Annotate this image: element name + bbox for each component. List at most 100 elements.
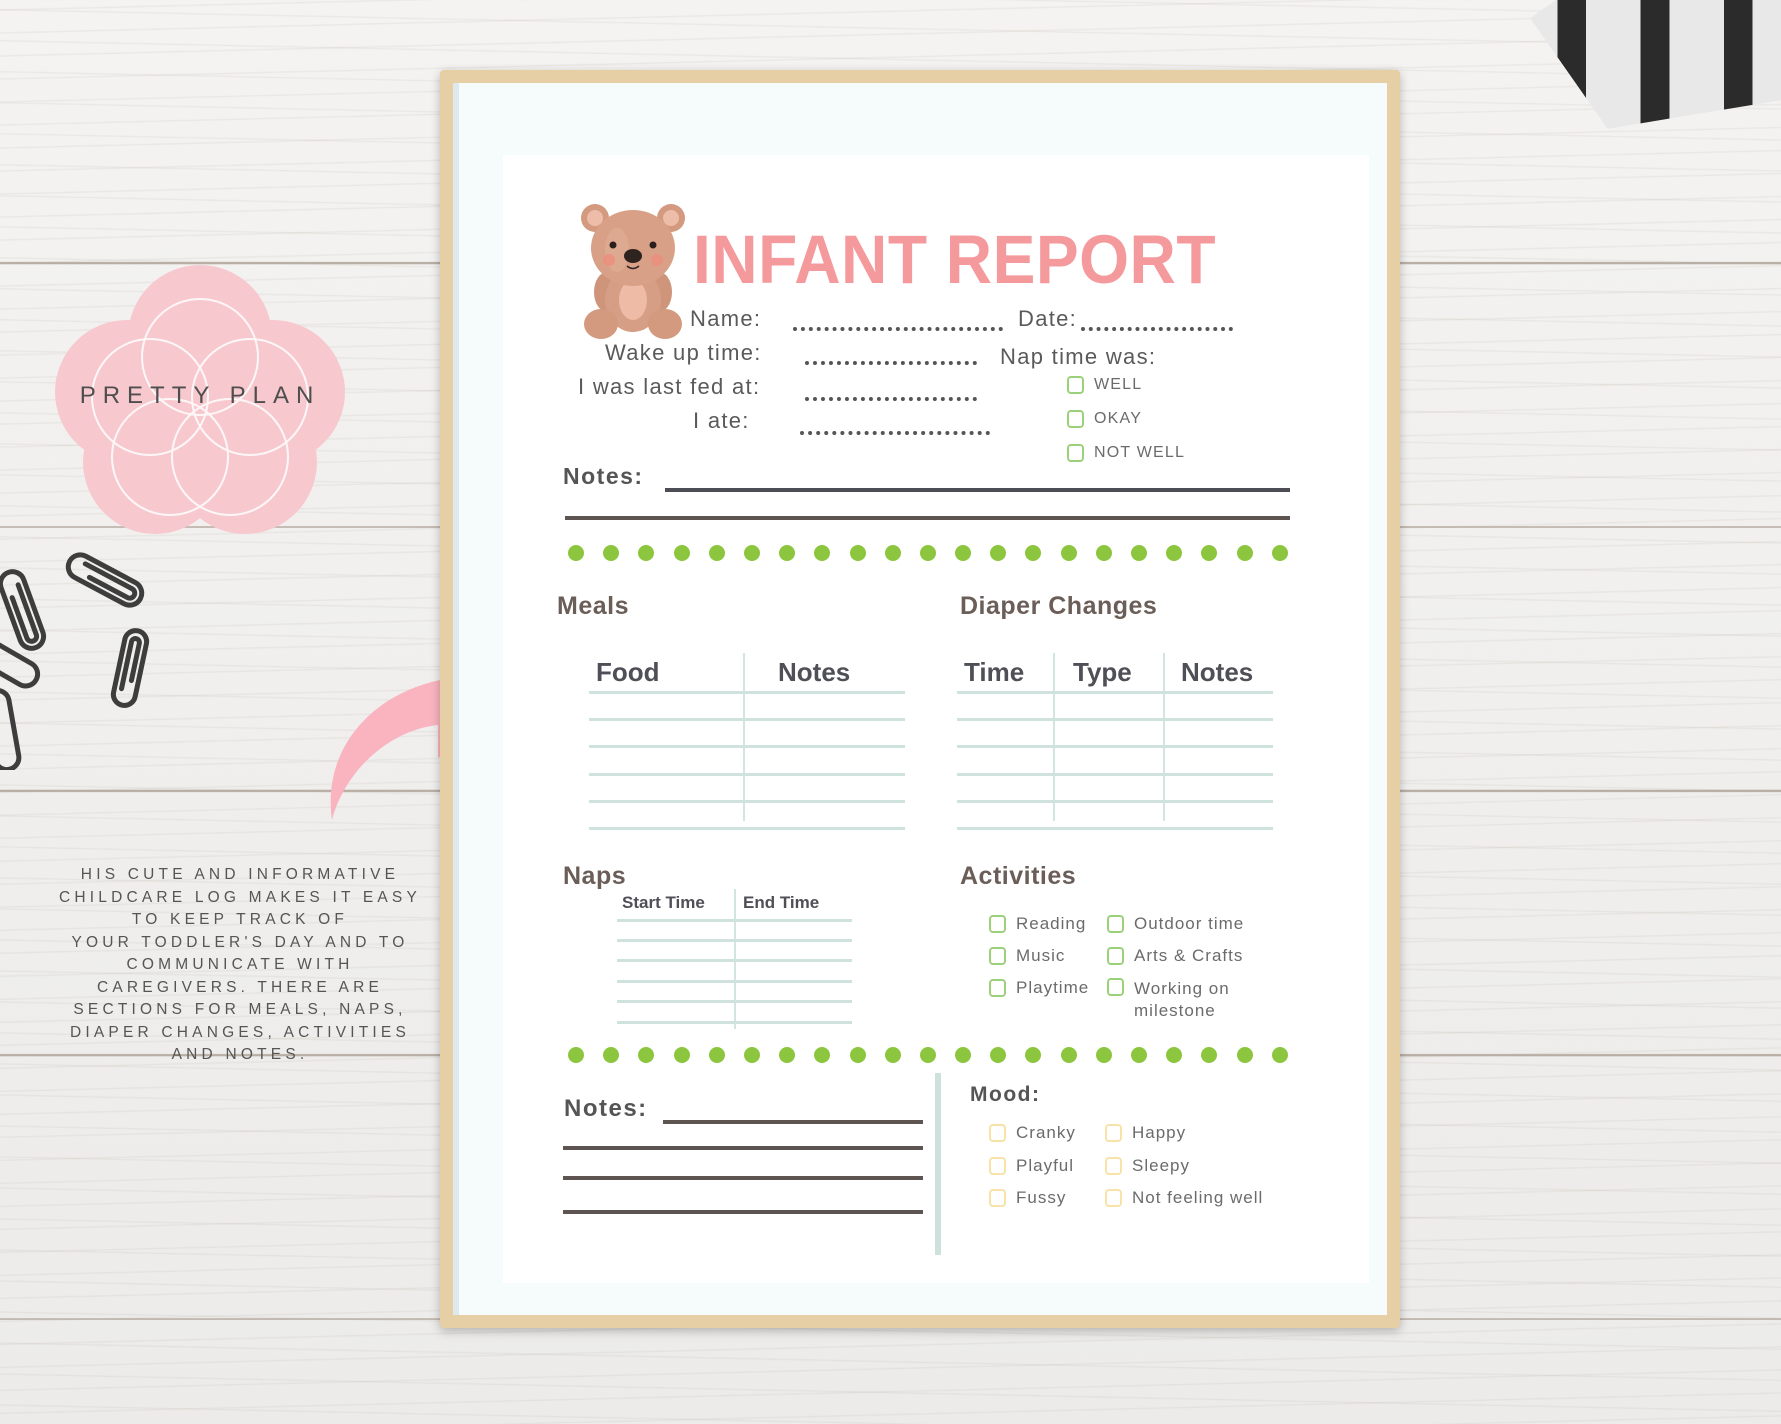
option-label: NOT WELL	[1094, 444, 1186, 461]
option-label: Working on milestone	[1134, 978, 1230, 1022]
dot-divider	[568, 1047, 1288, 1063]
date-input[interactable]	[1081, 327, 1233, 331]
infant-report-sheet: INFANT REPORT Name: Date: Wake up time: …	[503, 155, 1369, 1283]
checkbox[interactable]	[1067, 376, 1084, 394]
checkbox[interactable]	[989, 947, 1006, 965]
notes-line[interactable]	[663, 1120, 923, 1124]
nap-time-label: Nap time was:	[1000, 344, 1157, 369]
checkbox[interactable]	[989, 1124, 1006, 1142]
option-label: Happy	[1132, 1123, 1187, 1142]
last-fed-input[interactable]	[805, 397, 977, 401]
option-label: Sleepy	[1132, 1156, 1190, 1175]
activity-playtime[interactable]: Playtime	[989, 978, 1089, 998]
column-header: Start Time	[622, 893, 705, 912]
column-header: Notes	[778, 657, 851, 687]
vertical-separator	[935, 1073, 941, 1255]
option-label: Fussy	[1016, 1188, 1067, 1207]
striped-decor	[1530, 0, 1781, 231]
column-header: Food	[596, 657, 660, 687]
nap-option-not-well[interactable]: NOT WELL	[1067, 444, 1185, 462]
description-line: CAREGIVERS. THERE ARE	[96, 978, 384, 996]
column-header: Notes	[1181, 657, 1254, 687]
diaper-table: Time Type Notes	[957, 653, 1273, 830]
notes-line[interactable]	[563, 1176, 923, 1180]
teddy-bear-icon	[581, 204, 685, 339]
ate-input[interactable]	[800, 431, 990, 435]
option-label: Cranky	[1016, 1123, 1076, 1142]
mood-cranky[interactable]: Cranky	[989, 1123, 1076, 1143]
checkbox[interactable]	[1105, 1124, 1122, 1142]
column-header: Time	[964, 657, 1025, 687]
checkbox[interactable]	[989, 1189, 1006, 1207]
option-label: Arts & Crafts	[1134, 946, 1244, 965]
activities-title: Activities	[960, 862, 1077, 890]
brand-name: PRETTY PLAN	[79, 382, 321, 409]
description-line: CHILDCARE LOG MAKES IT EASY	[58, 888, 422, 906]
checkbox[interactable]	[1105, 1189, 1122, 1207]
checkbox[interactable]	[989, 979, 1006, 997]
activity-working-on-milestone[interactable]: Working on milestone	[1107, 978, 1230, 1022]
mood-playful[interactable]: Playful	[989, 1156, 1074, 1176]
notes-line[interactable]	[563, 1210, 923, 1214]
paperclip-icon	[0, 552, 150, 770]
checkbox[interactable]	[1067, 444, 1084, 462]
notes-label: Notes:	[563, 463, 644, 489]
name-label: Name:	[690, 306, 762, 331]
description-line: AND NOTES.	[171, 1046, 309, 1063]
mood-title: Mood:	[970, 1083, 1041, 1106]
checkbox[interactable]	[1107, 947, 1124, 965]
nap-option-okay[interactable]: OKAY	[1067, 410, 1142, 428]
wake-up-label: Wake up time:	[605, 340, 762, 365]
activity-music[interactable]: Music	[989, 946, 1065, 966]
checkbox[interactable]	[989, 915, 1006, 933]
description-line: TO KEEP TRACK OF	[131, 911, 349, 928]
option-label: WELL	[1094, 376, 1143, 393]
description-line: HIS CUTE AND INFORMATIVE	[80, 866, 400, 883]
mood-fussy[interactable]: Fussy	[989, 1188, 1066, 1208]
notes-line[interactable]	[565, 516, 1290, 520]
option-label: Playful	[1016, 1156, 1075, 1175]
option-label-line: milestone	[1134, 1001, 1216, 1020]
nap-option-well[interactable]: WELL	[1067, 376, 1142, 394]
brand-logo: PRETTY PLAN	[55, 262, 345, 537]
ate-label: I ate:	[693, 408, 750, 433]
meals-title: Meals	[557, 592, 629, 620]
option-label: Not feeling well	[1132, 1188, 1264, 1207]
description-line: COMMUNICATE WITH	[126, 956, 354, 973]
description-line: DIAPER CHANGES, ACTIVITIES	[69, 1023, 411, 1041]
checkbox[interactable]	[989, 1157, 1006, 1175]
notes-line[interactable]	[665, 488, 1290, 492]
option-label: OKAY	[1094, 410, 1143, 427]
description-line: YOUR TODDLER'S DAY AND TO	[71, 933, 409, 951]
option-label: Reading	[1016, 914, 1087, 933]
bottom-notes-label: Notes:	[564, 1095, 648, 1122]
diaper-changes-title: Diaper Changes	[960, 592, 1158, 620]
checkbox[interactable]	[1107, 915, 1124, 933]
column-header: End Time	[743, 893, 820, 912]
meals-table: Food Notes	[589, 653, 905, 830]
dot-divider	[568, 545, 1288, 561]
mood-sleepy[interactable]: Sleepy	[1105, 1156, 1190, 1176]
mood-happy[interactable]: Happy	[1105, 1123, 1186, 1143]
option-label: Playtime	[1016, 978, 1090, 997]
checkbox[interactable]	[1105, 1157, 1122, 1175]
notes-line[interactable]	[563, 1146, 923, 1150]
activity-arts-crafts[interactable]: Arts & Crafts	[1107, 946, 1243, 966]
option-label: Music	[1016, 946, 1066, 965]
activity-reading[interactable]: Reading	[989, 914, 1086, 934]
report-title: INFANT REPORT	[693, 221, 1216, 298]
column-header: Type	[1073, 657, 1132, 687]
wake-up-input[interactable]	[805, 361, 977, 365]
picture-frame: INFANT REPORT Name: Date: Wake up time: …	[440, 70, 1400, 1328]
product-description: HIS CUTE AND INFORMATIVE CHILDCARE LOG M…	[40, 864, 440, 1067]
mood-not-feeling-well[interactable]: Not feeling well	[1105, 1188, 1263, 1208]
activity-outdoor-time[interactable]: Outdoor time	[1107, 914, 1244, 934]
checkbox[interactable]	[1067, 410, 1084, 428]
frame-mat: INFANT REPORT Name: Date: Wake up time: …	[453, 83, 1387, 1315]
naps-title: Naps	[563, 862, 627, 890]
checkbox[interactable]	[1107, 978, 1124, 996]
naps-table: Start Time End Time	[617, 889, 852, 1029]
option-label: Outdoor time	[1134, 914, 1245, 933]
date-label: Date:	[1018, 306, 1078, 331]
name-input[interactable]	[793, 327, 1003, 331]
